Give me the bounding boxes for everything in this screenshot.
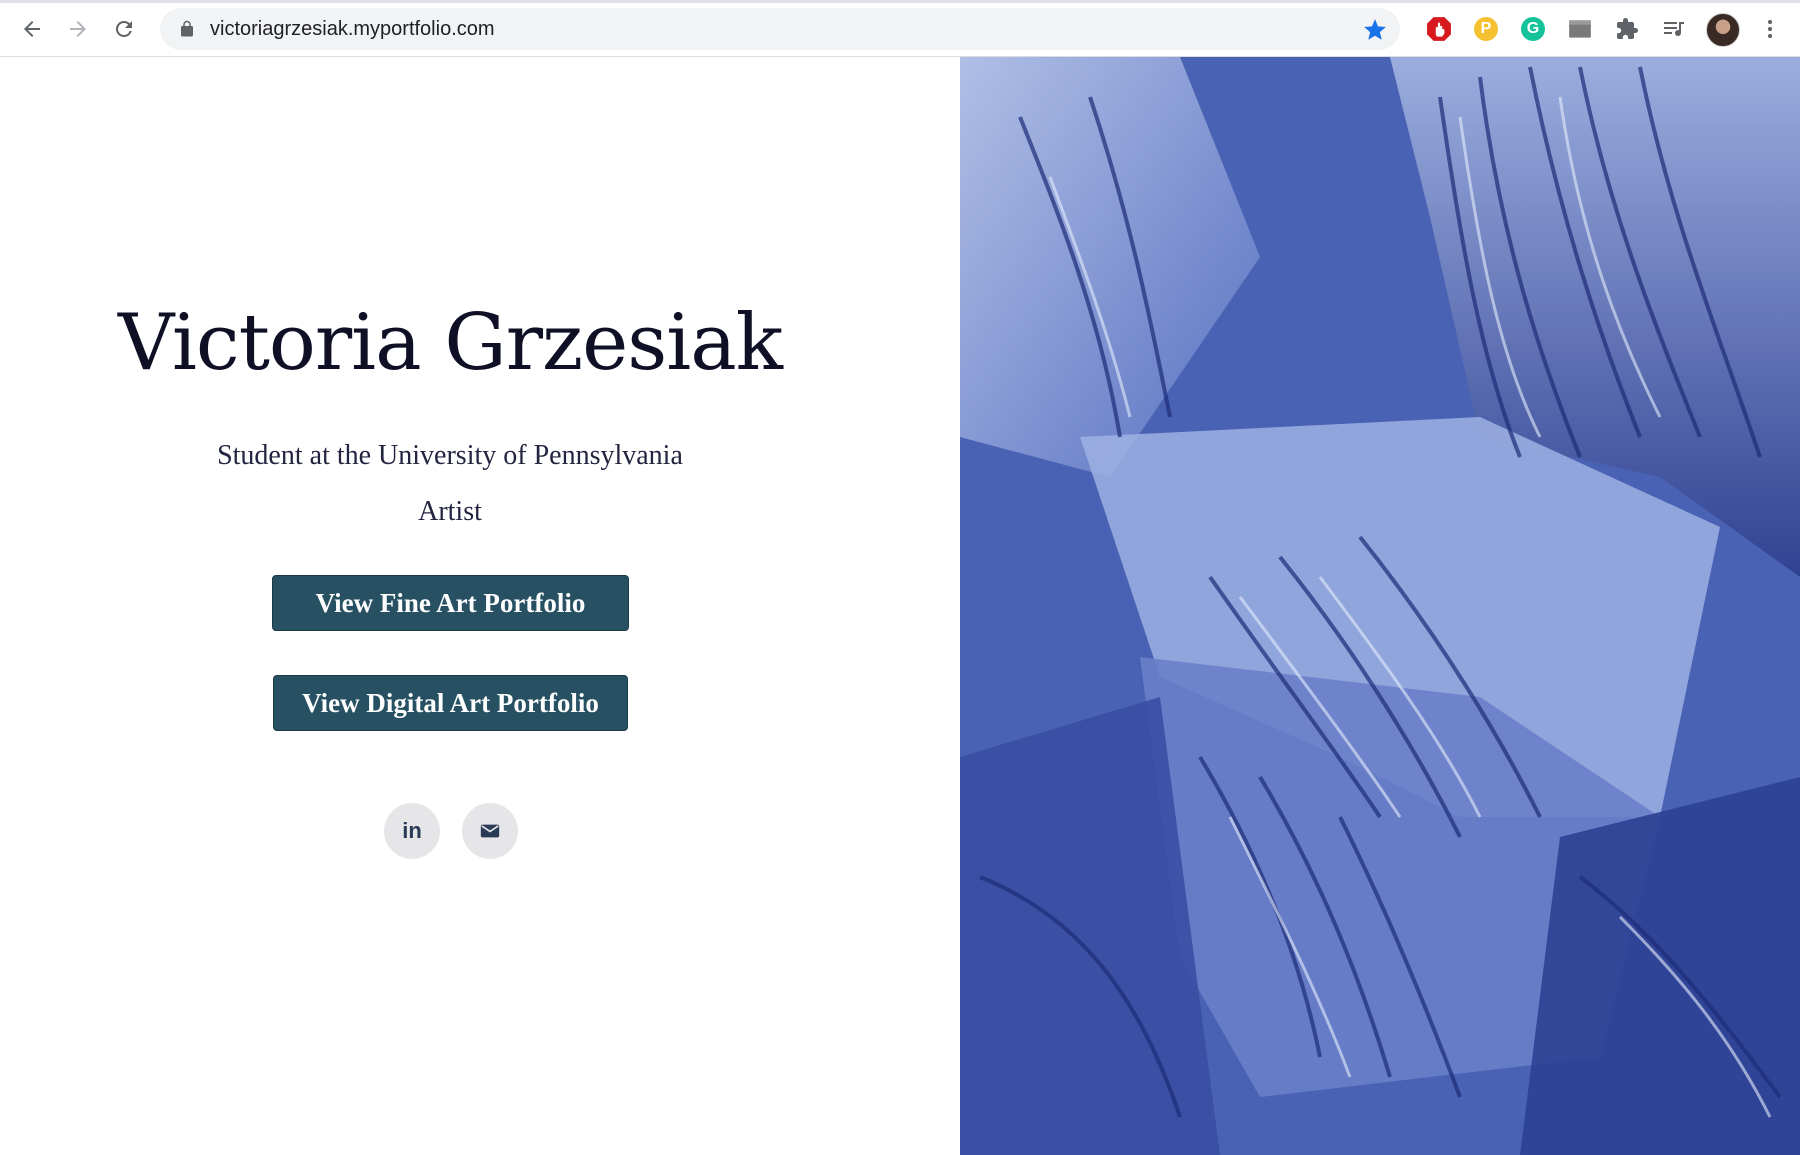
reload-button[interactable] bbox=[106, 11, 142, 47]
screen-cast-icon[interactable] bbox=[1567, 16, 1593, 42]
kebab-menu-icon[interactable] bbox=[1757, 16, 1783, 42]
forward-arrow-icon bbox=[70, 21, 86, 37]
puzzle-extensions-icon[interactable] bbox=[1614, 16, 1640, 42]
reload-icon bbox=[115, 20, 132, 37]
address-bar[interactable]: victoriagrzesiak.myportfolio.com bbox=[160, 8, 1400, 50]
forward-button[interactable] bbox=[60, 11, 96, 47]
mail-icon bbox=[480, 824, 500, 838]
honey-letter: P bbox=[1474, 17, 1498, 41]
view-digital-art-portfolio-button[interactable]: View Digital Art Portfolio bbox=[273, 675, 628, 731]
profile-avatar[interactable] bbox=[1706, 13, 1740, 47]
tab-strip-edge bbox=[0, 0, 1800, 3]
honey-p-icon[interactable]: P bbox=[1473, 16, 1499, 42]
site-title: Victoria Grzesiak bbox=[117, 298, 783, 388]
hero-artwork-image bbox=[960, 57, 1800, 1155]
grammarly-g-icon[interactable]: G bbox=[1520, 16, 1546, 42]
subtitle-school: Student at the University of Pennsylvani… bbox=[217, 440, 683, 471]
linkedin-icon: in bbox=[402, 818, 422, 843]
lock-icon bbox=[181, 20, 193, 37]
back-arrow-icon bbox=[24, 21, 40, 37]
back-button[interactable] bbox=[14, 11, 50, 47]
url-text[interactable]: victoriagrzesiak.myportfolio.com bbox=[210, 8, 495, 50]
email-link[interactable] bbox=[462, 803, 518, 859]
view-fine-art-portfolio-button[interactable]: View Fine Art Portfolio bbox=[272, 575, 629, 631]
adblock-icon[interactable] bbox=[1426, 16, 1452, 42]
grammarly-letter: G bbox=[1521, 17, 1545, 41]
linkedin-link[interactable]: in bbox=[384, 803, 440, 859]
subtitle-role: Artist bbox=[418, 496, 482, 527]
star-icon[interactable] bbox=[1362, 17, 1388, 43]
browser-toolbar: victoriagrzesiak.myportfolio.com P G bbox=[0, 0, 1800, 57]
drapery-painting bbox=[960, 57, 1800, 1155]
media-queue-icon[interactable] bbox=[1661, 16, 1687, 42]
